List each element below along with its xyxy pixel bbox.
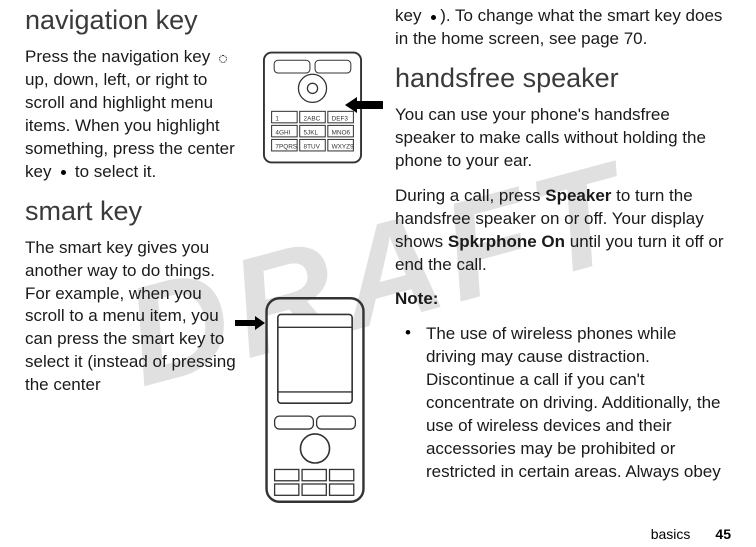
svg-text:8TUV: 8TUV [304, 143, 321, 150]
note-bullet-text: The use of wireless phones while driving… [426, 323, 726, 484]
note-bold: Note: [395, 289, 438, 308]
hf-p2-before: During a call, press [395, 186, 545, 205]
svg-text:7PQRS: 7PQRS [275, 143, 297, 150]
note-label: Note: [395, 288, 726, 311]
continuation-paragraph: key ). To change what the smart key does… [395, 5, 726, 51]
center-key-icon-2 [426, 10, 440, 24]
svg-text:4GHI: 4GHI [275, 129, 290, 136]
bullet-icon: • [405, 323, 411, 496]
svg-text:2ABC: 2ABC [304, 115, 321, 122]
left-column: navigation key Press the navigation key … [15, 5, 385, 542]
arrow-pointing-right-icon [235, 315, 265, 336]
cont-before: key [395, 6, 426, 25]
svg-text:1: 1 [275, 115, 279, 122]
spkrphone-on-label: Spkrphone On [448, 232, 565, 251]
handsfree-speaker-heading: handsfree speaker [395, 63, 726, 94]
svg-text:WXYZ9: WXYZ9 [332, 143, 354, 150]
navigation-key-icon [215, 51, 229, 65]
center-key-icon [56, 165, 70, 179]
handsfree-paragraph-2: During a call, press Speaker to turn the… [395, 185, 726, 277]
svg-text:5JKL: 5JKL [304, 129, 319, 136]
navigation-key-heading: navigation key [25, 5, 375, 36]
cont-after: ). To change what the smart key does in … [395, 6, 722, 48]
handsfree-paragraph-1: You can use your phone's handsfree speak… [395, 104, 726, 173]
arrow-pointing-left-icon [345, 95, 385, 120]
svg-text:MNO6: MNO6 [332, 129, 351, 136]
smart-key-paragraph: The smart key gives you another way to d… [25, 237, 245, 398]
speaker-label: Speaker [545, 186, 611, 205]
page-content: navigation key Press the navigation key … [0, 0, 756, 547]
smart-key-heading: smart key [25, 196, 375, 227]
note-bullet-item: • The use of wireless phones while drivi… [405, 323, 726, 496]
nav-text-part1: Press the navigation key [25, 47, 215, 66]
navigation-key-paragraph: Press the navigation key up, down, left,… [25, 46, 245, 184]
nav-text-part3: to select it. [70, 162, 156, 181]
right-column: key ). To change what the smart key does… [385, 5, 736, 542]
phone-illustration-full [255, 295, 375, 505]
